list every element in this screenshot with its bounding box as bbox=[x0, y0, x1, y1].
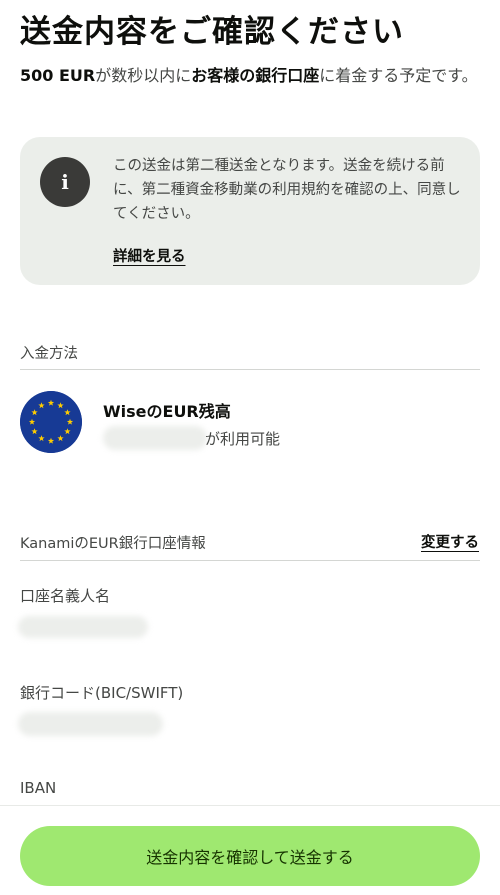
bank-details-label: KanamiのEUR銀行口座情報 bbox=[20, 536, 206, 552]
eu-flag-icon bbox=[20, 391, 82, 453]
transfer-summary: 500 EURが数秒以内にお客様の銀行口座に着金する予定です。 bbox=[20, 62, 480, 90]
confirm-and-send-button[interactable]: 送金内容を確認して送金する bbox=[20, 826, 480, 886]
page-title: 送金内容をご確認ください bbox=[20, 14, 404, 50]
redacted-bank-code bbox=[18, 712, 163, 736]
iban-label: IBAN bbox=[20, 779, 57, 797]
summary-text-2: に着金する予定です。 bbox=[319, 66, 478, 85]
footer-bar: 送金内容を確認して送金する bbox=[0, 805, 500, 895]
summary-text-1: が数秒以内に bbox=[95, 66, 192, 85]
payment-method-name: WiseのEUR残高 bbox=[103, 402, 231, 421]
notice-text: この送金は第二種送金となります。送金を続ける前に、第二種資金移動業の利用規約を確… bbox=[113, 158, 461, 222]
transfer-amount: 500 EUR bbox=[20, 66, 96, 85]
see-details-link[interactable]: 詳細を見る bbox=[113, 245, 186, 266]
notice-box: i この送金は第二種送金となります。送金を続ける前に、第二種資金移動業の利用規約… bbox=[20, 137, 480, 285]
divider bbox=[20, 560, 480, 561]
bank-code-label: 銀行コード(BIC/SWIFT) bbox=[20, 684, 184, 702]
summary-destination: お客様の銀行口座 bbox=[191, 66, 320, 85]
redacted-account-holder bbox=[18, 616, 148, 638]
info-icon: i bbox=[40, 157, 90, 207]
redacted-balance bbox=[103, 426, 207, 450]
account-holder-label: 口座名義人名 bbox=[20, 587, 111, 605]
payment-method-availability: が利用可能 bbox=[205, 430, 281, 448]
change-button[interactable]: 変更する bbox=[421, 531, 479, 552]
payment-method-label: 入金方法 bbox=[20, 346, 78, 362]
divider bbox=[20, 369, 480, 370]
